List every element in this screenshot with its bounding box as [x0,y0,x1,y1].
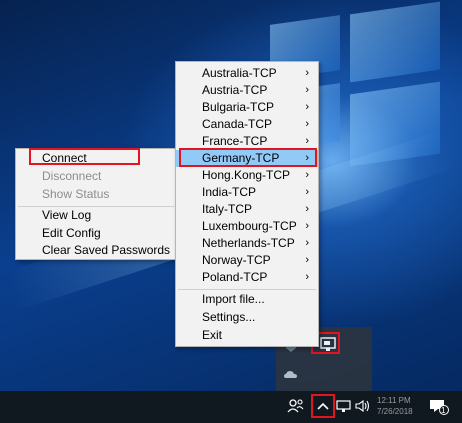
submenu-item-bulgaria-tcp[interactable]: Bulgaria-TCP › [176,99,318,116]
submenu-item-poland-tcp[interactable]: Poland-TCP › [176,269,318,286]
submenu-item-france-tcp[interactable]: France-TCP › [176,133,318,150]
chevron-right-icon: › [305,186,309,198]
people-icon[interactable] [287,398,305,417]
chevron-right-icon: › [305,220,309,232]
menu-item-connect[interactable]: Connect [16,150,176,167]
action-center-icon[interactable]: 1 [429,398,449,419]
clock-date: 7/26/2018 [377,407,413,416]
submenu-item-settings[interactable]: Settings... [176,309,318,326]
menu-item-show-status: Show Status [42,187,110,201]
show-hidden-icons-chevron-up-icon[interactable] [315,398,331,417]
menu-item-edit-config[interactable]: Edit Config [16,225,176,242]
taskbar: 12:11 PM 7/26/2018 1 [0,391,462,423]
chevron-right-icon: › [305,152,309,164]
submenu-item-italy-tcp[interactable]: Italy-TCP › [176,201,318,218]
notification-count: 1 [441,406,446,415]
vpn-context-menu: Connect Disconnect Show Status View Log … [15,148,177,260]
clock-time: 12:11 PM [377,396,411,405]
chevron-right-icon: › [305,67,309,79]
desktop-wallpaper: Connect Disconnect Show Status View Log … [0,0,462,423]
submenu-item-austria-tcp[interactable]: Austria-TCP › [176,82,318,99]
profile-submenu: Australia-TCP › Austria-TCP › Bulgaria-TCP… [175,61,319,347]
onedrive-icon[interactable] [283,367,299,381]
chevron-right-icon: › [305,169,309,181]
submenu-item-norway-tcp[interactable]: Norway-TCP › [176,252,318,269]
wallpaper-window-pane [350,1,440,83]
chevron-right-icon: › [305,237,309,249]
submenu-item-hong-kong-tcp[interactable]: Hong.Kong-TCP › [176,167,318,184]
openvpn-gui-icon[interactable] [319,336,339,354]
chevron-right-icon: › [305,271,309,283]
submenu-item-canada-tcp[interactable]: Canada-TCP › [176,116,318,133]
submenu-item-australia-tcp[interactable]: Australia-TCP › [176,65,318,82]
submenu-item-netherlands-tcp[interactable]: Netherlands-TCP › [176,235,318,252]
menu-separator [178,289,316,290]
taskbar-clock[interactable]: 12:11 PM 7/26/2018 [377,395,413,417]
chevron-right-icon: › [305,101,309,113]
menu-item-clear-saved-passwords[interactable]: Clear Saved Passwords [16,242,176,259]
chevron-right-icon: › [305,118,309,130]
chevron-right-icon: › [305,254,309,266]
chevron-right-icon: › [305,203,309,215]
chevron-right-icon: › [305,135,309,147]
submenu-item-luxembourg-tcp[interactable]: Luxembourg-TCP › [176,218,318,235]
submenu-item-import-file[interactable]: Import file... [176,291,318,308]
submenu-item-germany-tcp[interactable]: Germany-TCP › [176,150,318,167]
menu-item-disconnect: Disconnect [42,169,102,183]
menu-item-view-log[interactable]: View Log [16,207,176,224]
chevron-right-icon: › [305,84,309,96]
network-icon[interactable] [336,398,352,417]
volume-icon[interactable] [354,398,372,417]
submenu-item-india-tcp[interactable]: India-TCP › [176,184,318,201]
submenu-item-exit[interactable]: Exit [176,327,318,344]
